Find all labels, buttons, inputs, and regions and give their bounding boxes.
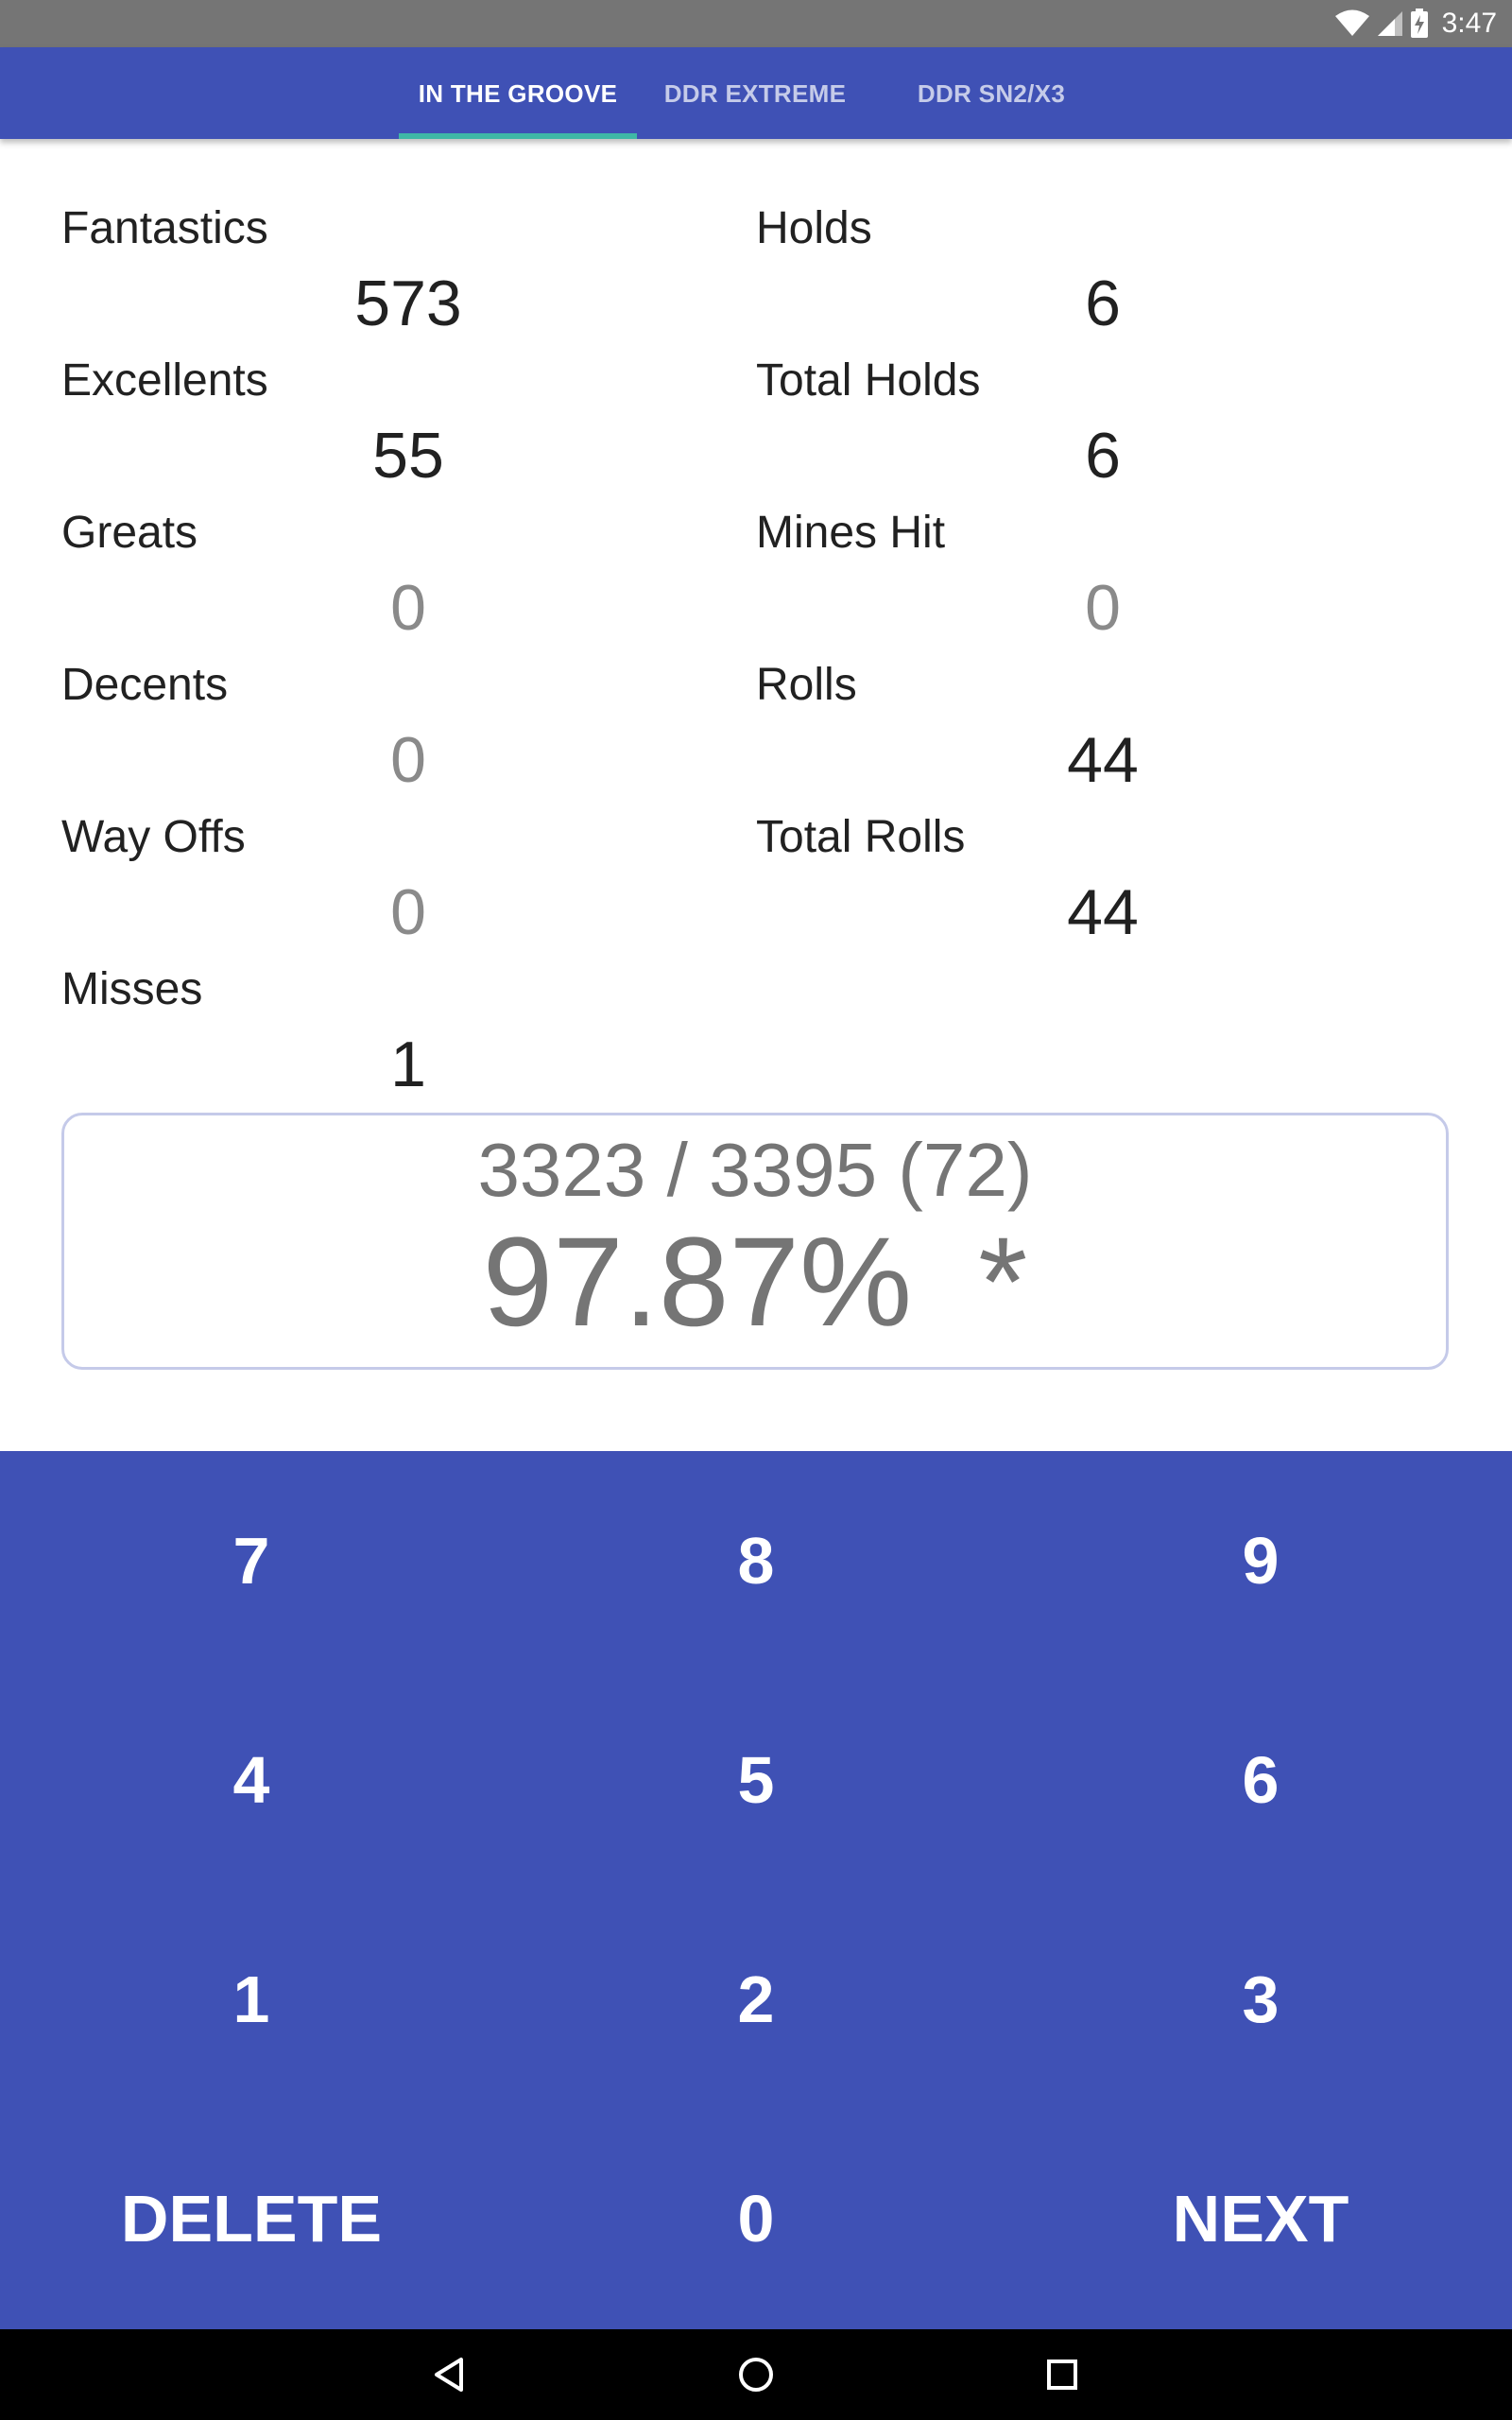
wifi-icon: [1334, 9, 1370, 38]
score-percent-row: 97.87% *: [64, 1210, 1446, 1355]
status-time: 3:47: [1441, 8, 1497, 39]
score-points: 3323 / 3395 (72): [477, 1128, 1033, 1212]
key-1[interactable]: 1: [0, 1890, 503, 2109]
stat-label-way-offs: Way Offs: [61, 812, 246, 862]
numeric-keypad: 7 8 9 4 5 6 1 2 3 DELETE 0 NEXT: [0, 1451, 1512, 2329]
recents-icon[interactable]: [1034, 2346, 1091, 2403]
stat-value-holds[interactable]: 6: [1008, 267, 1197, 340]
navigation-bar: [0, 2329, 1512, 2420]
key-7[interactable]: 7: [0, 1451, 503, 1670]
key-9[interactable]: 9: [1009, 1451, 1512, 1670]
status-icons: 3:47: [1334, 0, 1497, 47]
score-percent: 97.87%: [482, 1212, 913, 1353]
key-2[interactable]: 2: [505, 1890, 1007, 2109]
score-summary-box: 3323 / 3395 (72) 97.87% *: [61, 1113, 1449, 1370]
key-6[interactable]: 6: [1009, 1670, 1512, 1890]
tab-ddr-sn2-x3[interactable]: DDR SN2/X3: [873, 47, 1109, 139]
key-0[interactable]: 0: [505, 2109, 1007, 2328]
stat-label-rolls: Rolls: [756, 660, 857, 710]
stat-label-excellents: Excellents: [61, 355, 268, 406]
key-5[interactable]: 5: [505, 1670, 1007, 1890]
stat-label-fantastics: Fantastics: [61, 203, 268, 253]
stat-value-greats[interactable]: 0: [314, 571, 503, 645]
stat-value-fantastics[interactable]: 573: [314, 267, 503, 340]
stat-value-total-rolls[interactable]: 44: [1008, 875, 1197, 949]
stat-value-misses[interactable]: 1: [314, 1028, 503, 1101]
stat-label-greats: Greats: [61, 508, 198, 558]
app-bar: IN THE GROOVE DDR EXTREME DDR SN2/X3: [0, 47, 1512, 139]
stat-value-excellents[interactable]: 55: [314, 419, 503, 493]
stat-label-holds: Holds: [756, 203, 872, 253]
status-bar: 3:47: [0, 0, 1512, 47]
stat-label-mines-hit: Mines Hit: [756, 508, 946, 558]
key-3[interactable]: 3: [1009, 1890, 1512, 2109]
key-4[interactable]: 4: [0, 1670, 503, 1890]
back-icon[interactable]: [421, 2346, 478, 2403]
tab-in-the-groove[interactable]: IN THE GROOVE: [399, 47, 637, 139]
stat-value-rolls[interactable]: 44: [1008, 723, 1197, 797]
stat-value-total-holds[interactable]: 6: [1008, 419, 1197, 493]
stat-label-misses: Misses: [61, 964, 203, 1014]
battery-charging-icon: [1410, 9, 1429, 39]
tab-indicator: [399, 133, 637, 139]
score-grade: *: [978, 1212, 1028, 1353]
stat-label-decents: Decents: [61, 660, 229, 710]
stat-label-total-holds: Total Holds: [756, 355, 981, 406]
stat-value-way-offs[interactable]: 0: [314, 875, 503, 949]
stat-value-mines-hit[interactable]: 0: [1008, 571, 1197, 645]
stat-label-total-rolls: Total Rolls: [756, 812, 966, 862]
next-button[interactable]: NEXT: [1009, 2109, 1512, 2328]
delete-button[interactable]: DELETE: [0, 2109, 503, 2328]
key-8[interactable]: 8: [505, 1451, 1007, 1670]
stat-value-decents[interactable]: 0: [314, 723, 503, 797]
home-icon[interactable]: [728, 2346, 784, 2403]
tab-ddr-extreme[interactable]: DDR EXTREME: [637, 47, 873, 139]
cellular-signal-icon: [1376, 9, 1404, 38]
